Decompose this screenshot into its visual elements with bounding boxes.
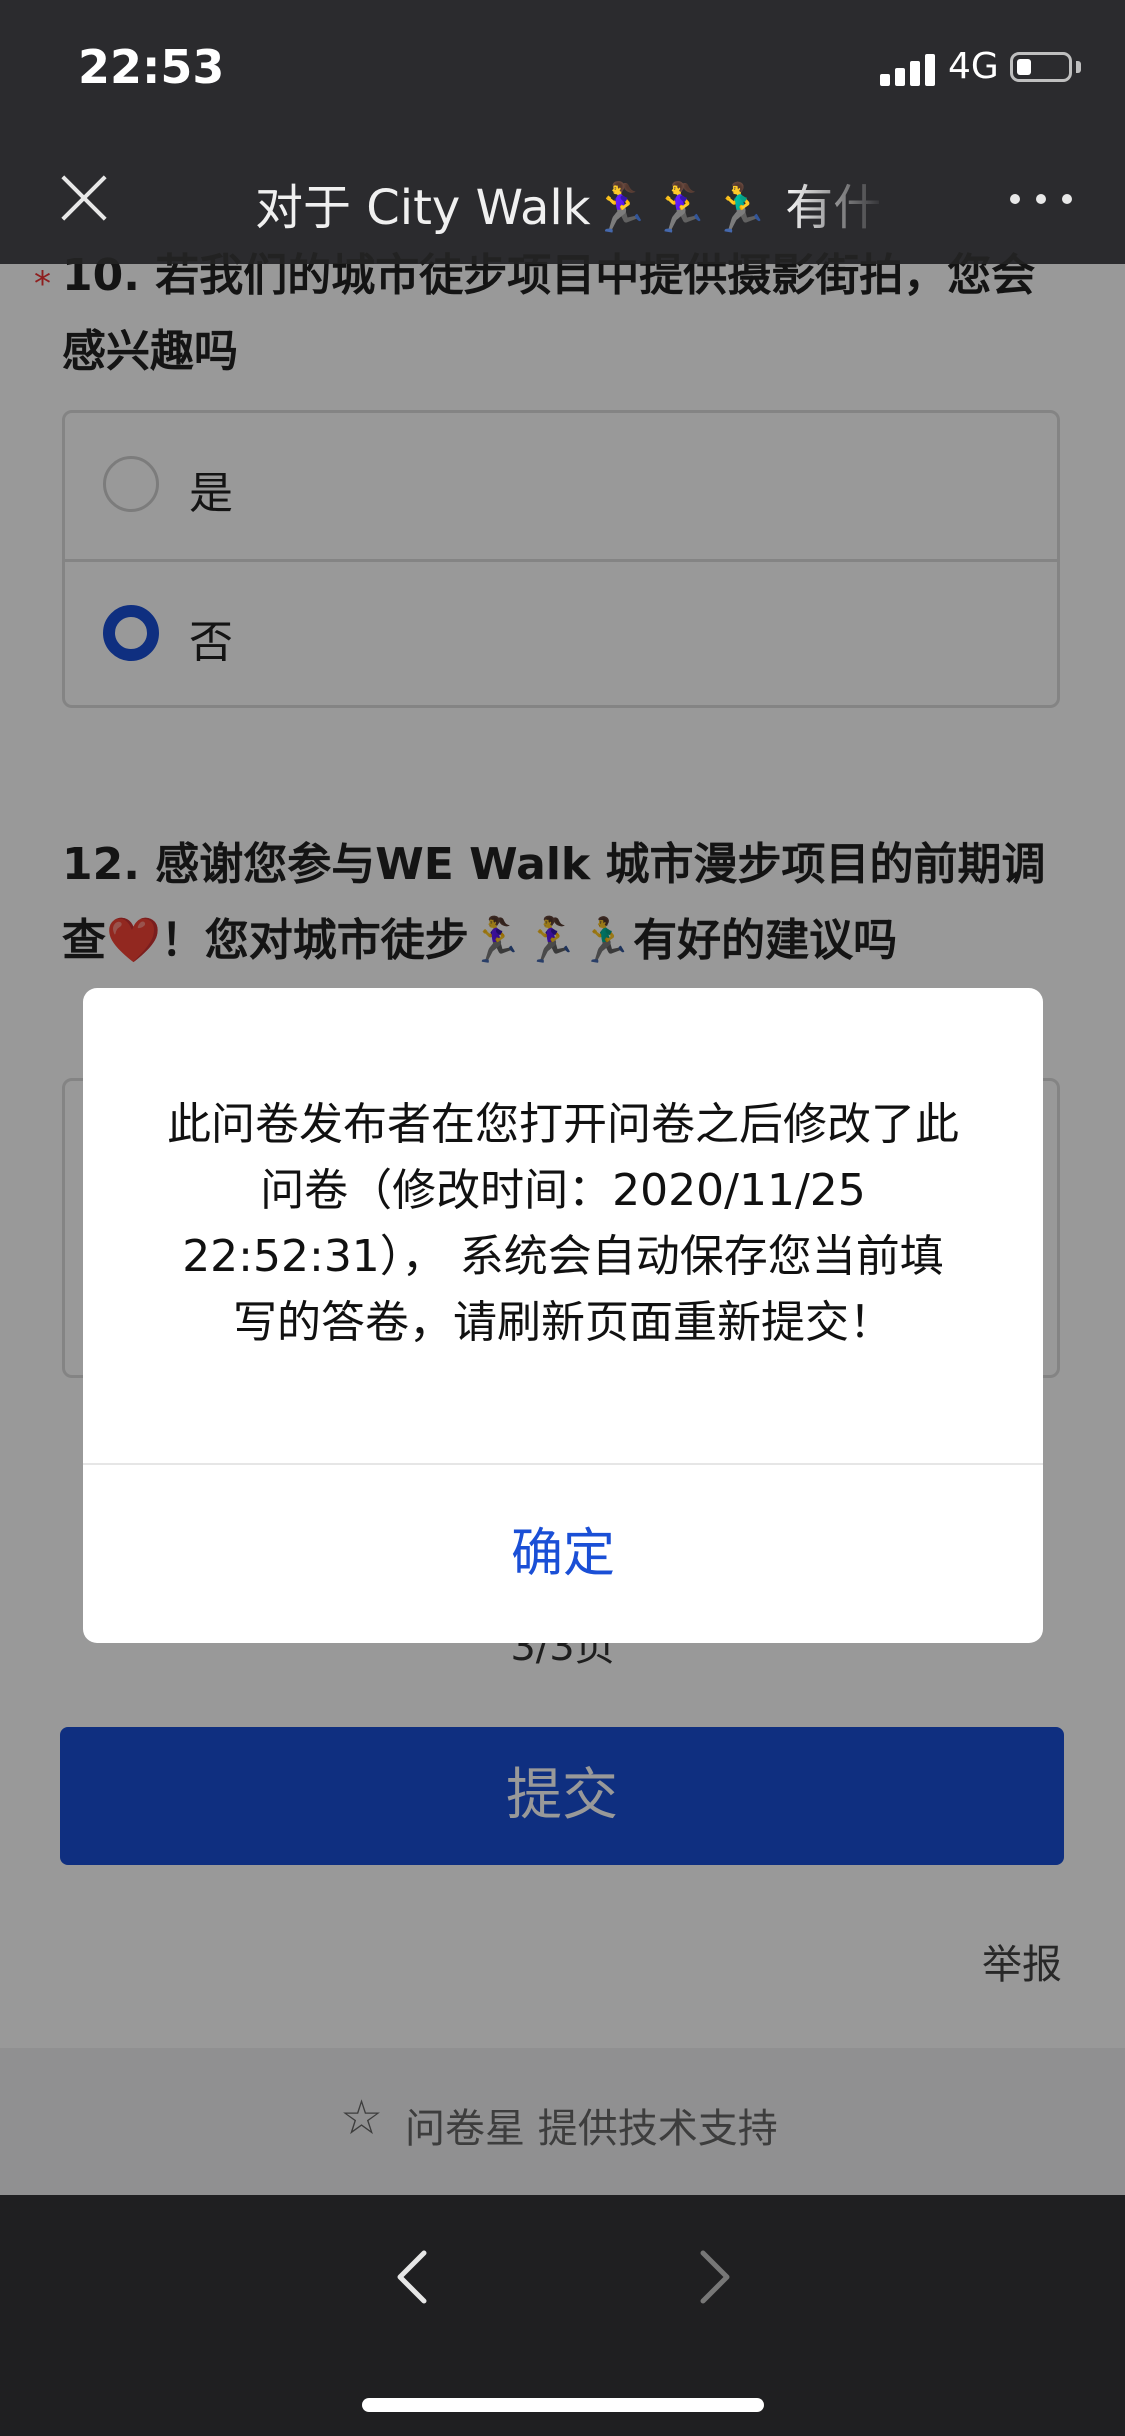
alert-dialog: 此问卷发布者在您打开问卷之后修改了此问卷（修改时间：2020/11/25 22:… (83, 988, 1043, 1643)
home-indicator[interactable] (362, 2398, 764, 2412)
dialog-message: 此问卷发布者在您打开问卷之后修改了此问卷（修改时间：2020/11/25 22:… (167, 1099, 959, 1348)
chevron-left-icon[interactable] (392, 2247, 432, 2307)
close-icon[interactable] (56, 170, 112, 226)
more-icon[interactable] (1010, 190, 1080, 208)
battery-icon (1010, 52, 1072, 82)
browser-bottom-bar (0, 2195, 1125, 2436)
status-bar: 22:53 4G (0, 0, 1125, 132)
status-time: 22:53 (78, 40, 225, 94)
confirm-button[interactable]: 确定 (83, 1465, 1043, 1643)
signal-icon (880, 52, 936, 86)
network-label: 4G (948, 46, 999, 87)
nav-title: 对于 City Walk🏃‍♀️🏃‍♀️🏃‍♂️ 有什么想法 (255, 180, 885, 236)
chevron-right-icon[interactable] (695, 2247, 735, 2307)
battery-cap (1076, 61, 1081, 73)
